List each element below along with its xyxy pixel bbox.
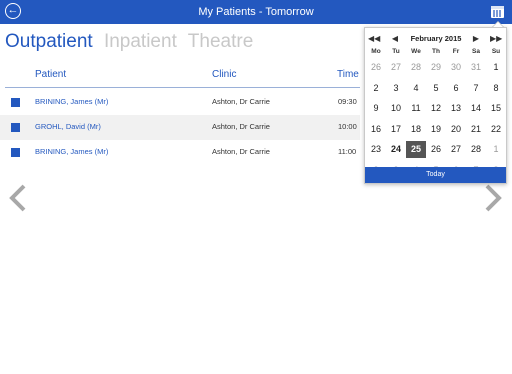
calendar-day[interactable]: 21	[466, 121, 486, 138]
calendar-day[interactable]: 5	[426, 80, 446, 97]
calendar-day[interactable]: 26	[426, 141, 446, 158]
calendar-day[interactable]: 16	[366, 121, 386, 138]
clinic-name: Ashton, Dr Carrie	[212, 122, 270, 131]
calendar-day[interactable]: 6	[446, 80, 466, 97]
month-label: February 2015	[410, 34, 462, 43]
calendar-day[interactable]: 19	[426, 121, 446, 138]
weekday-label: Sa	[472, 48, 480, 55]
tab-outpatient[interactable]: Outpatient	[5, 31, 93, 52]
date-picker-popup: ◀◀ ◀ February 2015 ▶ ▶▶ Mo Tu We Th Fr Sa Su 2…	[364, 27, 507, 184]
row-marker-icon	[11, 123, 20, 132]
weekday-label: Th	[432, 48, 440, 55]
patient-name[interactable]: GROHL, David (Mr)	[35, 122, 101, 131]
page-title: My Patients - Tomorrow	[198, 6, 314, 18]
calendar-day[interactable]: 9	[366, 100, 386, 117]
patient-name[interactable]: BRINING, James (Mr)	[35, 147, 108, 156]
calendar-day[interactable]: 13	[446, 100, 466, 117]
calendar-day[interactable]: 8	[486, 80, 506, 97]
calendar-day[interactable]: 3	[386, 80, 406, 97]
calendar-day[interactable]: 22	[486, 121, 506, 138]
top-bar: My Patients - Tomorrow ←	[0, 0, 512, 24]
calendar-day[interactable]: 26	[366, 59, 386, 76]
calendar-icon-grid	[493, 10, 502, 17]
weekday-label: Mo	[371, 48, 381, 55]
today-button[interactable]: Today	[365, 167, 506, 183]
calendar-day[interactable]: 4	[406, 80, 426, 97]
column-header-clinic[interactable]: Clinic	[212, 69, 236, 80]
next-page-chevron-icon[interactable]	[482, 184, 504, 212]
calendar-day[interactable]: 28	[466, 141, 486, 158]
weekday-label: Tu	[392, 48, 400, 55]
calendar-day[interactable]: 14	[466, 100, 486, 117]
calendar-day[interactable]: 27	[446, 141, 466, 158]
clinic-name: Ashton, Dr Carrie	[212, 147, 270, 156]
calendar-day[interactable]: 7	[466, 80, 486, 97]
calendar-day[interactable]: 20	[446, 121, 466, 138]
next-month-icon[interactable]: ▶	[470, 32, 482, 46]
calendar-day[interactable]: 23	[366, 141, 386, 158]
calendar-day[interactable]: 18	[406, 121, 426, 138]
calendar-header: ◀◀ ◀ February 2015 ▶ ▶▶	[365, 32, 506, 46]
calendar-day[interactable]: 12	[426, 100, 446, 117]
back-arrow-icon[interactable]: ←	[5, 3, 21, 19]
calendar-day[interactable]: 31	[466, 59, 486, 76]
patient-name[interactable]: BRINING, James (Mr)	[35, 97, 108, 106]
calendar-day[interactable]: 29	[426, 59, 446, 76]
calendar-day[interactable]: 2	[366, 80, 386, 97]
table-row[interactable]: BRINING, James (Mr) Ashton, Dr Carrie 09…	[0, 90, 360, 115]
column-header-time[interactable]: Time	[337, 69, 359, 80]
calendar-day[interactable]: 30	[446, 59, 466, 76]
tab-inpatient[interactable]: Inpatient	[104, 31, 177, 52]
calendar-day[interactable]: 24	[386, 141, 406, 158]
calendar-day[interactable]: 1	[486, 141, 506, 158]
calendar-day[interactable]: 11	[406, 100, 426, 117]
appointment-time: 09:30	[338, 97, 357, 106]
header-divider	[5, 87, 360, 88]
popover-arrow-inner	[493, 22, 503, 27]
column-header-patient[interactable]: Patient	[35, 69, 66, 80]
calendar-day[interactable]: 10	[386, 100, 406, 117]
appointment-time: 11:00	[338, 147, 357, 156]
row-marker-icon	[11, 148, 20, 157]
weekday-label: Su	[491, 48, 501, 55]
tab-bar: Outpatient Inpatient Theatre	[5, 31, 259, 53]
calendar-day[interactable]: 27	[386, 59, 406, 76]
clinic-name: Ashton, Dr Carrie	[212, 97, 270, 106]
appointment-time: 10:00	[338, 122, 357, 131]
calendar-day[interactable]: 1	[486, 59, 506, 76]
calendar-day[interactable]: 28	[406, 59, 426, 76]
calendar-day[interactable]: 17	[386, 121, 406, 138]
tab-theatre[interactable]: Theatre	[188, 31, 253, 52]
weekday-label: We	[411, 48, 421, 55]
previous-year-icon[interactable]: ◀◀	[368, 32, 380, 46]
calendar-day[interactable]: 15	[486, 100, 506, 117]
weekday-label: Fr	[452, 48, 460, 55]
previous-page-chevron-icon[interactable]	[7, 184, 29, 212]
calendar-icon-header	[491, 6, 504, 9]
row-marker-icon	[11, 98, 20, 107]
next-year-icon[interactable]: ▶▶	[490, 32, 502, 46]
table-row[interactable]: BRINING, James (Mr) Ashton, Dr Carrie 11…	[0, 140, 360, 165]
calendar-icon[interactable]	[491, 6, 504, 18]
table-row[interactable]: GROHL, David (Mr) Ashton, Dr Carrie 10:0…	[0, 115, 360, 140]
calendar-day[interactable]: 25	[406, 141, 426, 158]
